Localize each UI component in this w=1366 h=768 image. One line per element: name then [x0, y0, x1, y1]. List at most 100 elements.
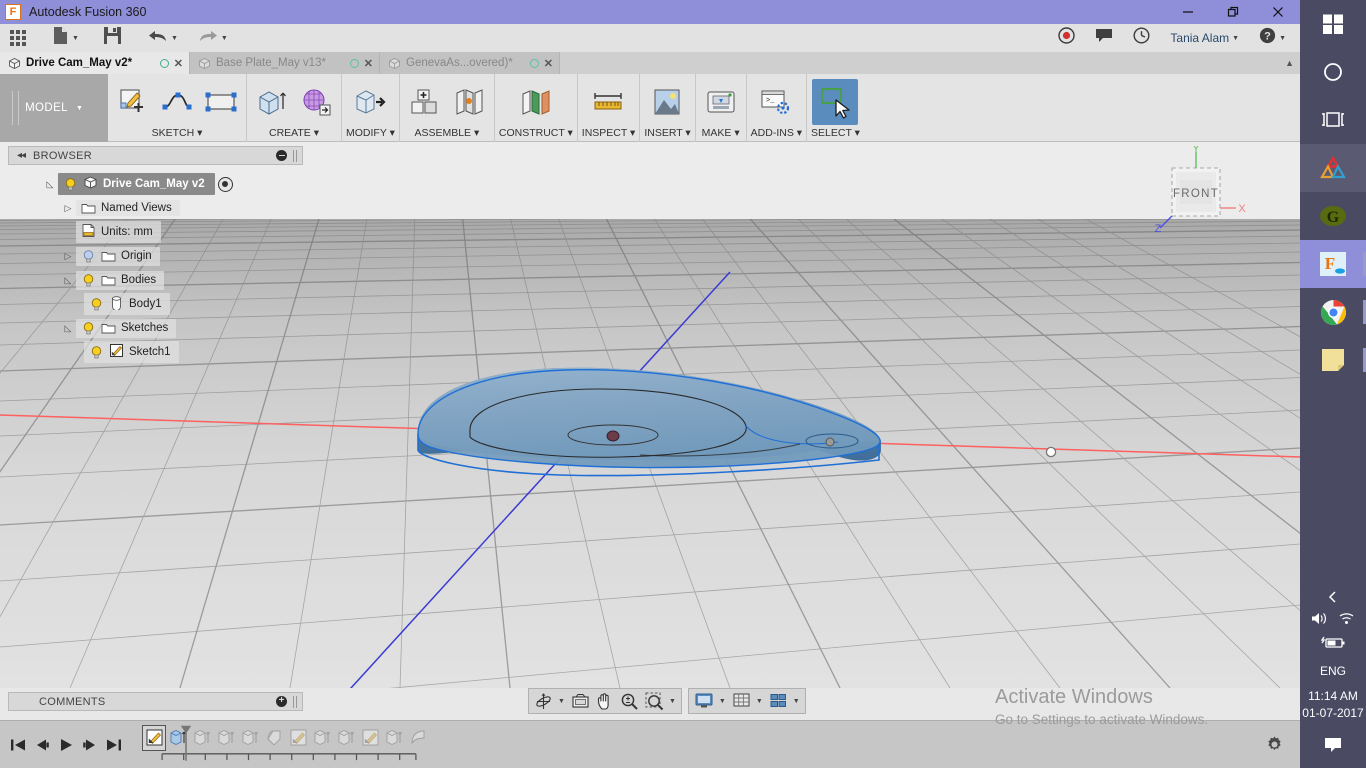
browser-resize-grip[interactable] — [293, 149, 297, 162]
grammarly-app-button[interactable]: G — [1300, 192, 1366, 240]
restore-button[interactable] — [1210, 0, 1255, 24]
tree-item-body1[interactable]: Body1 — [8, 292, 298, 316]
timeline-feature-extrude3[interactable] — [214, 725, 238, 751]
play-button[interactable] — [54, 732, 78, 758]
pan-button[interactable] — [593, 689, 617, 713]
chrome-app-button[interactable] — [1300, 288, 1366, 336]
timeline-feature-extrude7[interactable] — [382, 725, 406, 751]
fusion360-app-button[interactable]: F — [1300, 240, 1366, 288]
tree-item-content[interactable]: Units: mm — [76, 221, 161, 243]
orbit-button[interactable]: ▼ — [531, 689, 568, 713]
tree-item-named-views[interactable]: ▷ Named Views — [8, 196, 298, 220]
view-cube[interactable]: FRONT Y X Z — [1146, 143, 1258, 238]
tree-item-content[interactable]: Sketches — [76, 318, 177, 338]
network-button[interactable] — [1338, 611, 1355, 631]
timeline-feature-sketch1[interactable] — [142, 724, 166, 751]
tree-item-sketch1[interactable]: Sketch1 — [8, 340, 298, 364]
step-forward-button[interactable] — [78, 732, 102, 758]
rectangle-button[interactable] — [200, 81, 242, 123]
undo-button[interactable]: ▼ — [141, 24, 185, 52]
new-component-button[interactable] — [404, 81, 446, 123]
display-settings-button[interactable]: ▼ — [691, 689, 729, 713]
battery-button[interactable] — [1320, 635, 1346, 655]
user-menu[interactable]: Tania Alam ▼ — [1160, 24, 1249, 52]
tab-drive-cam[interactable]: Drive Cam_May v2* ✕ — [0, 52, 190, 74]
workspace-selector[interactable]: MODEL ▼ — [0, 74, 108, 142]
close-button[interactable] — [1255, 0, 1300, 24]
expander-icon[interactable]: ◺ — [60, 275, 76, 286]
visibility-bulb-icon[interactable] — [89, 345, 104, 360]
grid-snaps-button[interactable]: ▼ — [729, 689, 766, 713]
visibility-bulb-icon[interactable] — [81, 273, 96, 288]
timeline-feature-extrude5[interactable] — [310, 725, 334, 751]
timeline-feature-sketch3[interactable] — [358, 725, 382, 751]
language-indicator[interactable]: ENG — [1320, 664, 1346, 678]
timeline-feature-extrude4[interactable] — [238, 725, 262, 751]
show-hidden-icons-button[interactable] — [1300, 586, 1366, 608]
joint-button[interactable] — [448, 81, 490, 123]
comments-button[interactable] — [1085, 24, 1123, 52]
tab-sync-icon[interactable] — [159, 58, 169, 68]
viewports-button[interactable]: ▼ — [766, 689, 803, 713]
tab-close-icon[interactable]: ✕ — [364, 57, 373, 70]
record-button[interactable] — [1048, 24, 1085, 52]
taskbar-clock[interactable]: 11:14 AM 01-07-2017 — [1302, 688, 1363, 722]
tree-item-content[interactable]: Sketch1 — [84, 341, 179, 363]
add-comment-icon[interactable]: + — [276, 696, 287, 707]
timeline-feature-extrude2[interactable] — [190, 725, 214, 751]
save-button[interactable] — [96, 24, 129, 52]
tab-sync-icon[interactable] — [349, 58, 359, 68]
tree-item-drive-cam[interactable]: ◺ Drive Cam_May v2 — [8, 172, 298, 196]
task-view-button[interactable] — [1300, 96, 1366, 144]
tree-item-content[interactable]: Bodies — [76, 270, 165, 290]
scripts-addins-button[interactable]: >_ — [755, 81, 797, 123]
zoom-button[interactable] — [617, 689, 642, 713]
select-tool-button[interactable] — [812, 78, 859, 125]
timeline-feature-fillet[interactable] — [262, 725, 286, 751]
tab-base-plate[interactable]: Base Plate_May v13* ✕ — [190, 52, 380, 74]
tree-item-origin[interactable]: ▷ Origin — [8, 244, 298, 268]
cortana-button[interactable] — [1300, 48, 1366, 96]
visibility-bulb-icon[interactable] — [63, 177, 78, 192]
autodesk-app-button[interactable] — [1300, 144, 1366, 192]
minimize-button[interactable] — [1165, 0, 1210, 24]
visibility-bulb-icon[interactable] — [81, 249, 96, 264]
new-file-button[interactable]: ▼ — [45, 24, 86, 52]
start-button[interactable] — [1300, 0, 1366, 48]
tab-close-icon[interactable]: ✕ — [544, 57, 553, 70]
redo-button[interactable]: ▼ — [191, 24, 235, 52]
timeline-playhead[interactable] — [179, 723, 193, 767]
activate-component-icon[interactable] — [217, 176, 233, 192]
visibility-bulb-icon[interactable] — [89, 297, 104, 312]
measure-button[interactable] — [588, 81, 630, 123]
timeline-feature-extrude6[interactable] — [334, 725, 358, 751]
volume-button[interactable] — [1311, 611, 1328, 631]
insert-image-button[interactable] — [646, 81, 688, 123]
sticky-notes-app-button[interactable] — [1300, 336, 1366, 384]
expander-icon[interactable]: ▷ — [60, 251, 76, 262]
step-back-button[interactable] — [30, 732, 54, 758]
offset-plane-button[interactable] — [515, 81, 557, 123]
tree-item-content[interactable]: Drive Cam_May v2 — [58, 173, 215, 195]
help-button[interactable]: ? ▼ — [1249, 24, 1300, 52]
job-status-button[interactable] — [1123, 24, 1160, 52]
visibility-bulb-icon[interactable] — [81, 321, 96, 336]
tab-close-icon[interactable]: ✕ — [174, 57, 183, 70]
tree-item-bodies[interactable]: ◺ Bodies — [8, 268, 298, 292]
create-sketch-button[interactable] — [112, 81, 154, 123]
go-to-end-button[interactable] — [102, 732, 126, 758]
collapse-left-icon[interactable]: ◂◂ — [17, 150, 26, 161]
expander-icon[interactable]: ◺ — [60, 323, 76, 334]
timeline-feature-sketch2[interactable] — [286, 725, 310, 751]
extrude-button[interactable] — [251, 81, 293, 123]
expander-icon[interactable]: ◺ — [42, 179, 58, 190]
app-grid-button[interactable] — [0, 24, 33, 52]
spline-button[interactable] — [156, 81, 198, 123]
3d-print-button[interactable] — [700, 81, 742, 123]
expander-icon[interactable]: ▷ — [60, 203, 76, 214]
comments-panel-header[interactable]: COMMENTS + — [8, 692, 303, 711]
tree-item-units[interactable]: Units: mm — [8, 220, 298, 244]
tree-item-content[interactable]: Named Views — [76, 200, 180, 216]
tab-sync-icon[interactable] — [529, 58, 539, 68]
comments-resize-grip[interactable] — [293, 695, 297, 708]
